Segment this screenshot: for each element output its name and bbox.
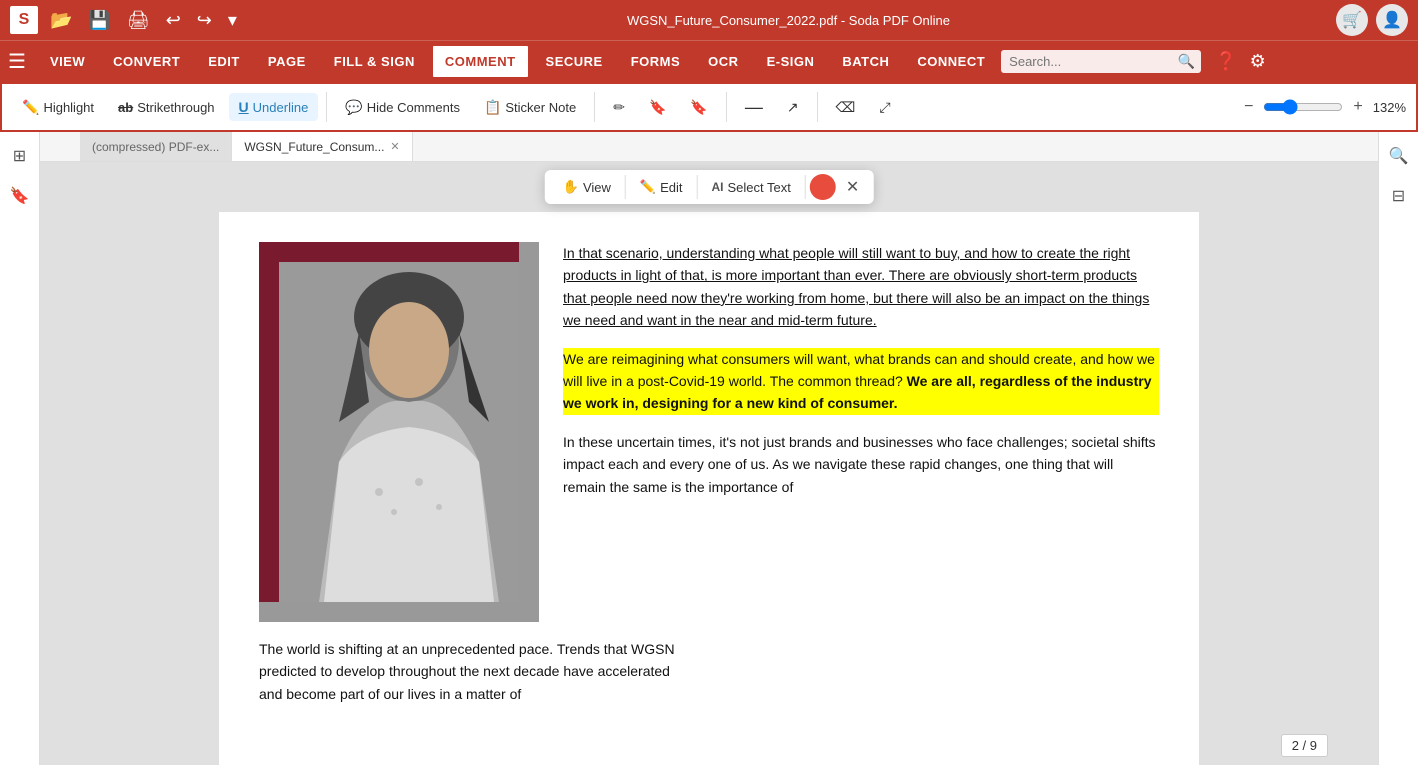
left-sidebar: ⊞ 🔖	[0, 132, 40, 765]
help-icon[interactable]: ❓	[1211, 47, 1241, 76]
zoom-controls: − + 132%	[1240, 96, 1406, 118]
nav-item-batch[interactable]: BATCH	[830, 46, 901, 77]
strikethrough-icon: ab	[118, 100, 133, 115]
sticker-note-tool[interactable]: 📋 Sticker Note	[474, 93, 586, 122]
sticker-note-icon: 📋	[484, 99, 501, 116]
stamp1-icon: 🔖	[649, 99, 666, 116]
nav-item-connect[interactable]: CONNECT	[905, 46, 997, 77]
tab-close-button[interactable]: ✕	[390, 140, 399, 153]
undo-icon[interactable]: ↩	[162, 6, 185, 35]
zoom-level: 132%	[1373, 100, 1406, 115]
highlight-tool[interactable]: ✏️ Highlight	[12, 93, 104, 122]
nav-search-input[interactable]	[1001, 50, 1201, 73]
folder-open-icon[interactable]: 📂	[46, 6, 76, 35]
float-edit-button[interactable]: ✏️ Edit	[630, 174, 693, 200]
strikethrough-tool[interactable]: ab Strikethrough	[108, 94, 225, 121]
float-separator-1	[625, 175, 626, 199]
pencil-icon: ✏	[613, 99, 625, 116]
bottom-left-paragraph: The world is shifting at an unprecedente…	[259, 638, 685, 705]
nav-item-view[interactable]: VIEW	[38, 46, 97, 77]
app-logo: S	[10, 6, 38, 34]
arrow-tool[interactable]: ↗	[777, 93, 809, 122]
stamp2-tool[interactable]: 🔖	[680, 93, 717, 122]
settings-icon[interactable]: ⚙	[1246, 47, 1270, 76]
toolbar-separator-3	[726, 92, 727, 122]
hamburger-menu[interactable]: ☰	[8, 49, 26, 74]
zoom-slider[interactable]	[1263, 99, 1343, 115]
tab-bar: (compressed) PDF-ex... WGSN_Future_Consu…	[40, 132, 1378, 162]
nav-item-ocr[interactable]: OCR	[696, 46, 750, 77]
float-close-button[interactable]: ✕	[840, 175, 865, 199]
zoom-out-button[interactable]: −	[1240, 96, 1257, 118]
page-text-right: In that scenario, understanding what peo…	[563, 242, 1159, 622]
color-picker-button[interactable]	[810, 174, 836, 200]
hide-comments-icon: 💬	[345, 99, 362, 116]
resize-icon: ⤢	[879, 99, 890, 116]
tab-compressed-pdf[interactable]: (compressed) PDF-ex...	[80, 132, 232, 161]
page-image-container	[259, 242, 539, 622]
nav-item-edit[interactable]: EDIT	[196, 46, 252, 77]
line-tool[interactable]: —	[735, 91, 773, 124]
underline-icon: U	[239, 99, 249, 115]
user-icon[interactable]: 👤	[1376, 4, 1408, 36]
bottom-right-paragraph: In these uncertain times, it's not just …	[563, 431, 1159, 498]
nav-item-forms[interactable]: FORMS	[619, 46, 692, 77]
nav-item-convert[interactable]: CONVERT	[101, 46, 192, 77]
nav-item-esign[interactable]: E-SIGN	[755, 46, 827, 77]
stamp1-tool[interactable]: 🔖	[639, 93, 676, 122]
window-title: WGSN_Future_Consumer_2022.pdf - Soda PDF…	[249, 13, 1328, 28]
float-separator-3	[805, 175, 806, 199]
cart-icon[interactable]: 🛒	[1336, 4, 1368, 36]
page-number: 2 / 9	[1281, 734, 1328, 757]
print-icon[interactable]: 🖨	[123, 6, 154, 35]
person-photo	[279, 262, 519, 602]
eraser-icon: ⌫	[836, 99, 856, 116]
float-select-text-button[interactable]: AI Select Text	[701, 175, 800, 200]
float-separator-2	[696, 175, 697, 199]
zoom-in-button[interactable]: +	[1349, 96, 1366, 118]
nav-item-fill-sign[interactable]: FILL & SIGN	[322, 46, 427, 77]
highlighted-paragraph: We are reimagining what consumers will w…	[563, 348, 1159, 415]
tab-wgsn-pdf[interactable]: WGSN_Future_Consum... ✕	[232, 132, 412, 161]
panel-icon[interactable]: ⊟	[1383, 180, 1415, 212]
redo-icon[interactable]: ↪	[193, 6, 216, 35]
pencil-tool[interactable]: ✏	[603, 93, 635, 122]
toolbar-separator-2	[594, 92, 595, 122]
search-panel-icon[interactable]: 🔍	[1383, 140, 1415, 172]
stamp2-icon: 🔖	[690, 99, 707, 116]
bookmarks-icon[interactable]: 🔖	[4, 180, 36, 212]
save-icon[interactable]: 💾	[84, 6, 114, 35]
underlined-paragraph: In that scenario, understanding what peo…	[563, 242, 1159, 332]
eraser-tool[interactable]: ⌫	[826, 93, 866, 122]
underline-tool[interactable]: U Underline	[229, 93, 319, 121]
line-icon: —	[745, 97, 763, 118]
highlight-icon: ✏️	[22, 99, 39, 116]
pdf-page: In that scenario, understanding what peo…	[219, 212, 1199, 765]
ai-select-icon: AI	[711, 180, 723, 194]
search-icon: 🔍	[1178, 53, 1195, 70]
floating-toolbar: ✋ View ✏️ Edit AI Select Text ✕	[545, 170, 874, 204]
hide-comments-tool[interactable]: 💬 Hide Comments	[335, 93, 470, 122]
comment-toolbar: ✏️ Highlight ab Strikethrough U Underlin…	[0, 82, 1418, 132]
toolbar-separator-4	[817, 92, 818, 122]
more-icon[interactable]: ▾	[224, 6, 241, 35]
toolbar-separator-1	[326, 92, 327, 122]
document-area: ✋ View ✏️ Edit AI Select Text ✕	[40, 162, 1378, 765]
nav-item-comment[interactable]: COMMENT	[431, 44, 530, 79]
nav-item-page[interactable]: PAGE	[256, 46, 318, 77]
resize-tool[interactable]: ⤢	[869, 93, 900, 122]
nav-item-secure[interactable]: SECURE	[534, 46, 615, 77]
right-sidebar: 🔍 ⊟	[1378, 132, 1418, 765]
thumbnails-icon[interactable]: ⊞	[4, 140, 36, 172]
arrow-icon: ↗	[787, 99, 799, 116]
hand-icon: ✋	[563, 179, 579, 195]
edit-pencil-icon: ✏️	[640, 179, 656, 195]
float-view-button[interactable]: ✋ View	[553, 174, 621, 200]
